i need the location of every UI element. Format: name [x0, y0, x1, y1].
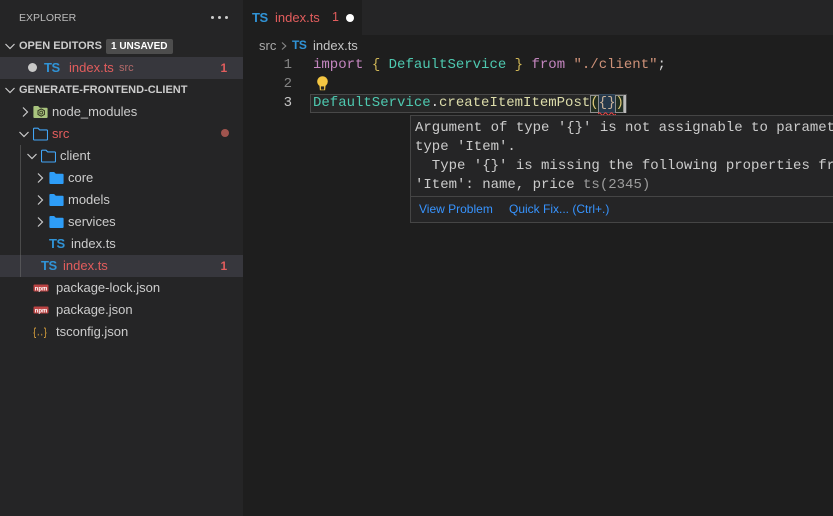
svg-text:npm: npm [35, 286, 48, 292]
svg-text:{..}: {..} [33, 328, 47, 340]
svg-text:npm: npm [35, 308, 48, 314]
